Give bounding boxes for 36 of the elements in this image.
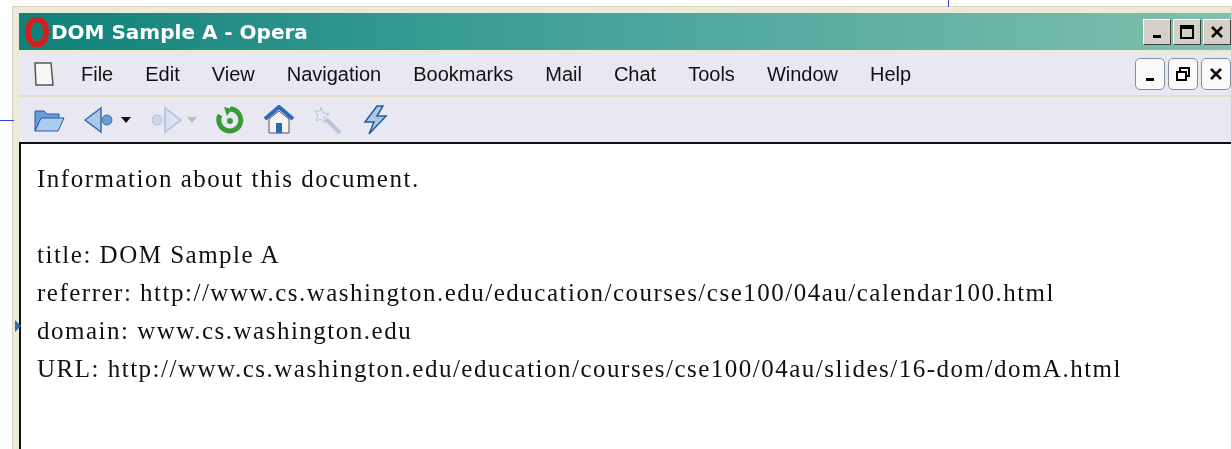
- close-icon: [1209, 67, 1223, 81]
- menu-item[interactable]: File: [81, 62, 114, 86]
- close-button[interactable]: [1201, 58, 1231, 90]
- menu-item[interactable]: Navigation: [286, 62, 382, 86]
- dropdown-caret-icon: [187, 116, 197, 123]
- minimize-button[interactable]: [1135, 58, 1165, 90]
- splitter-arrow-icon: [15, 320, 21, 332]
- document-heading: Information about this document.: [37, 164, 421, 194]
- close-icon: [1210, 24, 1224, 39]
- wand-icon: [313, 104, 343, 135]
- lightning-icon: [361, 104, 389, 135]
- dropdown-caret-icon: [121, 116, 131, 123]
- menu-item[interactable]: Help: [870, 62, 912, 86]
- maximize-button[interactable]: [1173, 18, 1201, 45]
- minimize-icon: [1146, 77, 1154, 81]
- restore-button[interactable]: [1168, 58, 1198, 90]
- page-icon[interactable]: [33, 61, 55, 87]
- minimize-icon: [1153, 35, 1161, 38]
- document-text-line: domain: www.cs.washington.edu: [37, 316, 414, 346]
- reload-icon: [215, 104, 245, 135]
- forward-arrow-icon: [149, 105, 183, 134]
- menu-item[interactable]: Mail: [545, 62, 582, 86]
- menu-item[interactable]: Tools: [688, 62, 735, 86]
- maximize-icon: [1180, 24, 1194, 39]
- menu-item[interactable]: Bookmarks: [413, 62, 514, 86]
- home-icon: [263, 104, 295, 135]
- menu-item[interactable]: Window: [766, 62, 838, 86]
- menu-item[interactable]: View: [211, 62, 255, 86]
- menu-item[interactable]: Edit: [145, 62, 180, 86]
- document-text-line: referrer: http://www.cs.washington.edu/education/courses/cse100/04au/calendar100.html: [37, 278, 1056, 308]
- menu-item[interactable]: Chat: [613, 62, 657, 86]
- document-text-line: title: DOM Sample A: [37, 240, 282, 270]
- restore-icon: [1176, 67, 1190, 81]
- opera-logo-icon: [23, 16, 49, 47]
- document-text-line: URL: http://www.cs.washington.edu/education/courses/cse100/04au/slides/16-dom/domA.html: [37, 354, 1123, 384]
- window-title: DOM Sample A - Opera: [51, 19, 308, 44]
